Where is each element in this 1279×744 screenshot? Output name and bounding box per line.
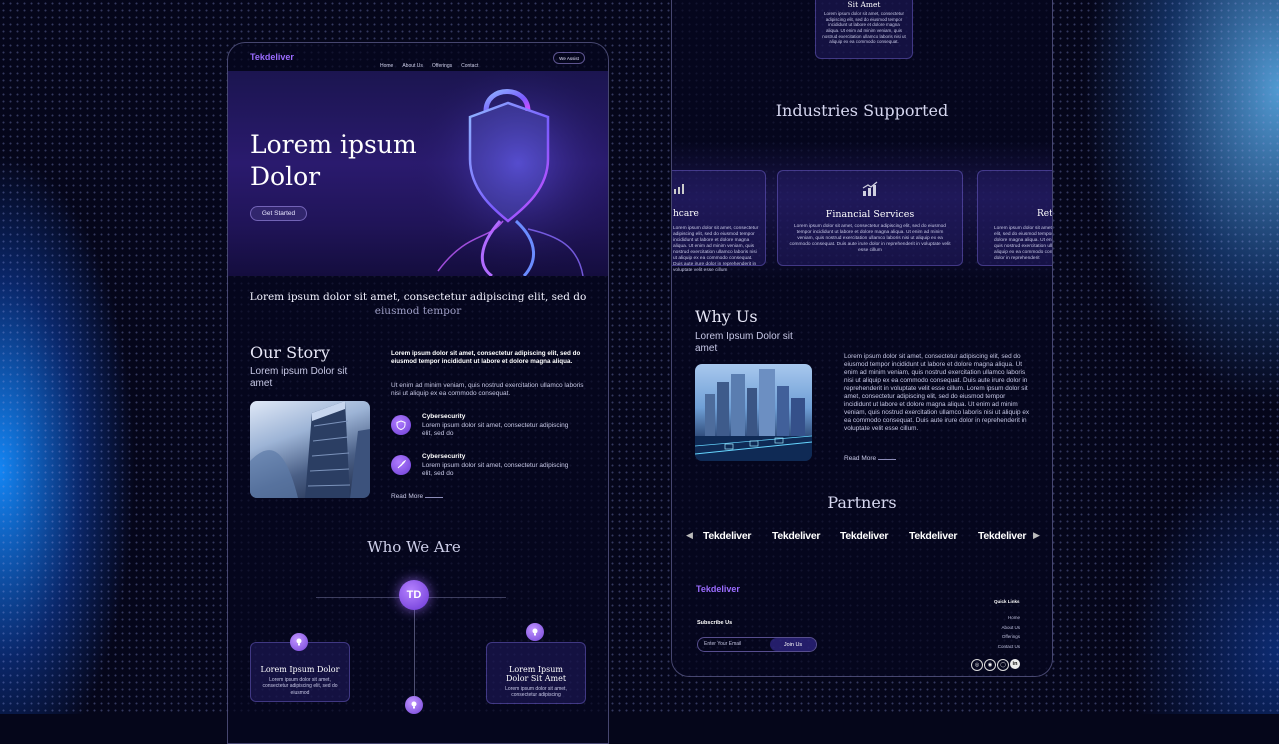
partner-logo: Tekdeliver — [909, 530, 958, 542]
rocket-icon — [391, 455, 411, 475]
feature-1-text: Lorem ipsum dolor sit amet, consectetur … — [422, 422, 569, 438]
partners-next-arrow-icon[interactable]: ▶ — [1033, 530, 1040, 541]
shield-check-glyph — [396, 420, 406, 430]
quick-links-list: Home About Us Offerings Contact Us — [972, 613, 1020, 651]
story-title: Our Story — [250, 343, 330, 362]
join-button[interactable]: Join Us — [770, 638, 816, 651]
why-text: Lorem ipsum dolor sit amet, consectetur … — [844, 353, 1030, 432]
industry-card-healthcare-title: hcare — [673, 209, 699, 219]
logo[interactable]: Tekdeliver — [250, 52, 294, 62]
chart-growth-icon — [674, 184, 684, 194]
who-connector-vertical — [414, 608, 415, 708]
partner-logo: Tekdeliver — [703, 530, 752, 542]
email-input[interactable]: Enter Your Email — [704, 641, 741, 647]
partner-logo: Tekdeliver — [772, 530, 821, 542]
chart-growth-icon — [862, 181, 878, 196]
partners-title: Partners — [827, 493, 897, 512]
lightbulb-glyph — [532, 628, 538, 636]
main-nav: Home About Us Offerings Contact — [380, 54, 487, 72]
td-badge: TD — [399, 580, 429, 610]
lightbulb-glyph — [296, 638, 302, 646]
story-bold-text: Lorem ipsum dolor sit amet, consectetur … — [391, 350, 581, 366]
hero-title: Lorem ipsum Dolor — [250, 129, 417, 193]
lightbulb-glyph — [411, 701, 417, 709]
top-card-title: Sit Amet — [847, 0, 881, 9]
who-card-2-text: Lorem ipsum dolor sit amet, consectetur … — [505, 686, 567, 699]
hero-title-line1: Lorem ipsum — [250, 130, 417, 159]
subscribe-form: Enter Your Email Join Us — [697, 637, 817, 652]
who-card-1[interactable]: Lorem Ipsum Dolor Lorem ipsum dolor sit … — [250, 642, 350, 702]
intro-text-line1: Lorem ipsum dolor sit amet, consectetur … — [249, 291, 587, 303]
shield-lock-illustration — [408, 71, 608, 276]
quick-link-offerings[interactable]: Offerings — [972, 632, 1020, 642]
nav-home[interactable]: Home — [380, 63, 393, 69]
industry-card-retail-title: Ret — [1037, 209, 1053, 219]
who-card-2-title: Lorem Ipsum Dolor Sit Amet — [505, 665, 567, 683]
lightbulb-icon — [405, 696, 423, 714]
partner-logo: Tekdeliver — [978, 530, 1027, 542]
who-card-1-text: Lorem ipsum dolor sit amet, consectetur … — [262, 677, 338, 696]
top-partial-card: Sit Amet Lorem ipsum dolor sit amet, con… — [815, 0, 913, 59]
who-card-1-title: Lorem Ipsum Dolor — [260, 665, 340, 674]
rocket-glyph — [397, 460, 406, 469]
partner-logo: Tekdeliver — [840, 530, 889, 542]
dot-pattern — [0, 0, 1279, 714]
lightbulb-icon — [526, 623, 544, 641]
subscribe-label: Subscribe Us — [697, 620, 733, 626]
industry-card-retail-text: Lorem ipsum dolor sit amet, consectetur … — [994, 226, 1053, 261]
footer-logo[interactable]: Tekdeliver — [696, 584, 740, 594]
city-image — [695, 364, 812, 461]
why-read-more-label: Read More — [844, 455, 877, 462]
read-more-underline — [878, 459, 897, 460]
story-read-more-link[interactable]: Read More — [391, 493, 444, 500]
skyscraper-graphic — [250, 401, 370, 498]
globe-icon[interactable]: ◉ — [984, 659, 996, 671]
why-read-more-link[interactable]: Read More — [844, 455, 897, 462]
partners-prev-arrow-icon[interactable]: ◀ — [686, 530, 693, 541]
feature-2-text: Lorem ipsum dolor sit amet, consectetur … — [422, 462, 569, 478]
instagram-icon[interactable]: ◯ — [997, 659, 1009, 671]
quick-link-contact[interactable]: Contact Us — [972, 642, 1020, 652]
industry-card-financial-title: Financial Services — [825, 209, 915, 220]
nav-about[interactable]: About Us — [402, 63, 423, 69]
story-read-more-label: Read More — [391, 493, 424, 500]
read-more-underline — [425, 497, 444, 498]
feature-2-title: Cybersecurity — [422, 453, 466, 460]
city-skyline-graphic — [695, 369, 812, 461]
lightbulb-icon — [290, 633, 308, 651]
right-page-mockup: Sit Amet Lorem ipsum dolor sit amet, con… — [671, 0, 1053, 677]
nav-assist-button[interactable]: We Assist — [553, 52, 585, 64]
story-subtitle: Lorem ipsum Dolor sit amet — [250, 366, 348, 389]
building-image — [250, 401, 370, 498]
industry-card-financial-text: Lorem ipsum dolor sit amet, consectetur … — [789, 224, 951, 253]
who-card-2[interactable]: Lorem Ipsum Dolor Sit Amet Lorem ipsum d… — [486, 642, 586, 704]
industry-card-financial[interactable]: Financial Services Lorem ipsum dolor sit… — [777, 170, 963, 266]
why-title: Why Us — [695, 307, 758, 326]
hero-section: Lorem ipsum Dolor Get Started — [228, 71, 608, 276]
linkedin-icon[interactable]: in — [1010, 659, 1020, 669]
get-started-button[interactable]: Get Started — [250, 206, 307, 221]
nav-contact[interactable]: Contact — [461, 63, 478, 69]
quick-links-title: Quick Links — [994, 599, 1020, 604]
web-icon[interactable]: ◎ — [971, 659, 983, 671]
industry-card-healthcare-text: Lorem ipsum dolor sit amet, consectetur … — [673, 226, 759, 273]
quick-link-about[interactable]: About Us — [972, 623, 1020, 633]
industry-card-retail[interactable]: Ret Lorem ipsum dolor sit amet, consecte… — [977, 170, 1053, 266]
story-text: Ut enim ad minim veniam, quis nostrud ex… — [391, 382, 584, 398]
intro-text-line2: eiusmod tempor — [374, 305, 462, 317]
shield-check-icon — [391, 415, 411, 435]
who-title: Who We Are — [367, 538, 461, 556]
left-page-mockup: Tekdeliver Home About Us Offerings Contact … — [227, 42, 609, 744]
industry-card-healthcare[interactable]: hcare Lorem ipsum dolor sit amet, consec… — [672, 170, 766, 273]
quick-link-home[interactable]: Home — [972, 613, 1020, 623]
hero-title-line2: Dolor — [250, 162, 321, 191]
why-subtitle: Lorem Ipsum Dolor sit amet — [695, 331, 793, 354]
feature-1-title: Cybersecurity — [422, 413, 466, 420]
nav-offerings[interactable]: Offerings — [432, 63, 452, 69]
top-card-text: Lorem ipsum dolor sit amet, consectetur … — [822, 11, 906, 45]
industries-title: Industries Supported — [775, 101, 949, 120]
